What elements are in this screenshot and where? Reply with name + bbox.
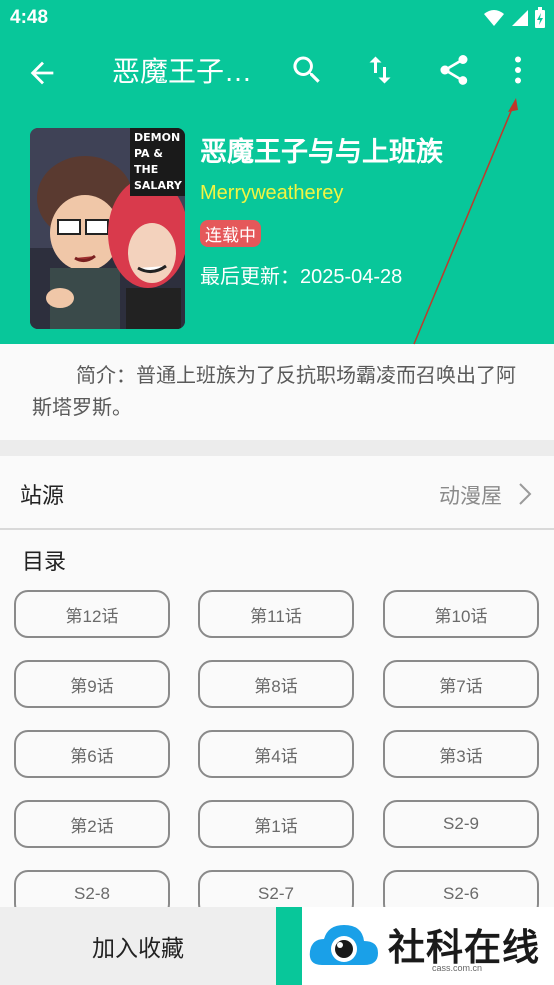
chapter-button[interactable]: 第9话 [14,660,170,708]
row-divider [0,528,554,530]
comic-header: DEMON PA & THE SALARY 恶魔王子与与上班族 Merrywea… [0,106,554,344]
add-favorite-button[interactable]: 加入收藏 [0,907,276,985]
chapter-button[interactable]: 第6话 [14,730,170,778]
chevron-right-icon [519,483,532,505]
comic-cover[interactable]: DEMON PA & THE SALARY [30,128,185,329]
source-row[interactable]: 站源 动漫屋 [0,456,554,528]
sort-icon[interactable] [362,52,398,88]
wifi-icon [484,10,504,26]
last-update: 最后更新：2025-04-28 [200,266,403,288]
back-arrow-icon[interactable] [25,56,59,90]
chapter-button[interactable]: 第10话 [383,590,539,638]
watermark-sub: cass.com.cn [432,963,483,973]
comic-title: 恶魔王子与与上班族 [200,137,443,167]
chapter-button[interactable]: 第1话 [198,800,354,848]
toc-title: 目录 [22,549,67,574]
description-text: 简介：普通上班族为了反抗职场霸凌而召唤出了阿斯塔罗斯。 [32,365,516,419]
source-value: 动漫屋 [439,485,502,508]
more-vert-icon[interactable] [500,52,536,88]
chapter-button[interactable]: 第12话 [14,590,170,638]
cover-text: DEMON PA & THE SALARY [130,128,185,196]
chapter-button[interactable]: 第8话 [198,660,354,708]
watermark: 社科在线 cass.com.cn [302,907,554,985]
signal-icon [512,10,528,26]
app-bar: 恶魔王子… [0,36,554,106]
chapter-button[interactable]: S2-9 [383,800,539,848]
page-title: 恶魔王子… [112,56,253,87]
chapter-button[interactable]: 第2话 [14,800,170,848]
bottom-bar: 加入收藏 社科在线 cass.com.cn [0,907,554,985]
search-icon[interactable] [289,52,325,88]
status-time: 4:48 [10,7,49,28]
chapter-button[interactable]: 第3话 [383,730,539,778]
chapter-button[interactable]: 第4话 [198,730,354,778]
status-badge: 连载中 [200,220,261,247]
share-icon[interactable] [436,52,472,88]
section-divider [0,440,554,456]
watermark-logo-icon [309,925,378,965]
battery-icon [535,7,545,28]
status-icons [484,7,546,29]
chapter-button[interactable]: 第11话 [198,590,354,638]
description-section: 简介：普通上班族为了反抗职场霸凌而召唤出了阿斯塔罗斯。 [0,344,554,440]
source-label: 站源 [20,483,65,508]
comic-author[interactable]: Merryweatherey [200,182,343,205]
chapter-button[interactable]: 第7话 [383,660,539,708]
status-bar: 4:48 [0,0,554,36]
